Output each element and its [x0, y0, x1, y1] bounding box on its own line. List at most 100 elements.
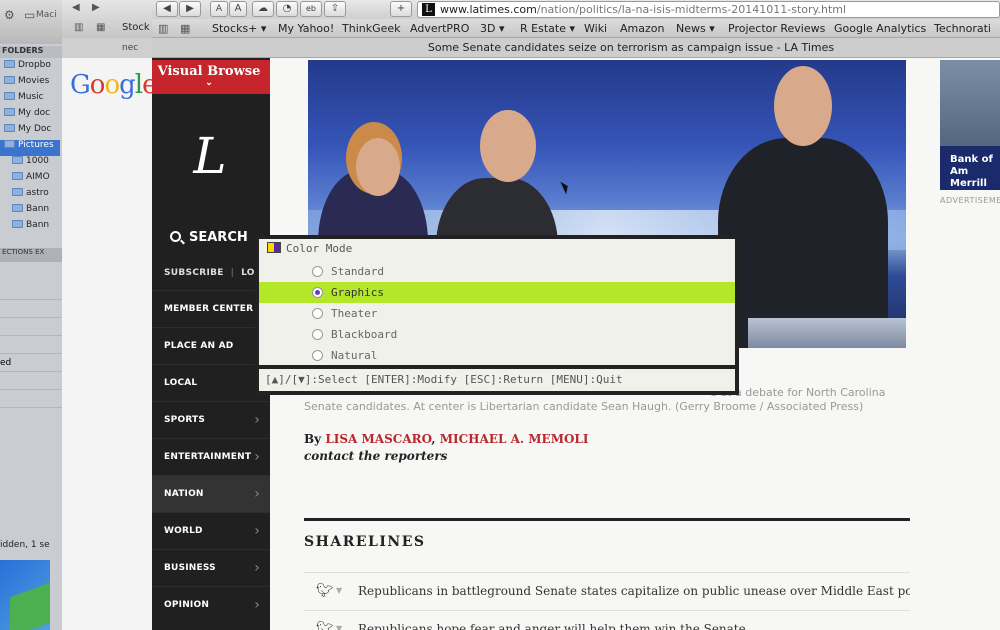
- text-larger-button[interactable]: A: [229, 1, 247, 17]
- folder-item[interactable]: My doc: [4, 108, 64, 124]
- folder-icon: [4, 108, 15, 116]
- folder-item[interactable]: My Doc: [4, 124, 64, 140]
- radio-icon: [312, 329, 323, 340]
- bookmark-item[interactable]: Projector Reviews: [728, 22, 825, 35]
- url-bar[interactable]: L www.latimes.com/nation/politics/la-na-…: [417, 1, 1000, 18]
- radio-icon: [312, 266, 323, 277]
- grid-row: [0, 372, 62, 390]
- shareline-item[interactable]: 🐦︎ ▼ Republicans in battleground Senate s…: [304, 572, 910, 608]
- radio-icon: [312, 350, 323, 361]
- grid-row: ed: [0, 354, 62, 372]
- menu-help-bar: [▲]/[▼]:Select [ENTER]:Modify [ESC]:Retu…: [259, 369, 735, 391]
- nav-place-an-ad[interactable]: PLACE AN AD: [152, 327, 270, 364]
- bookmark-item[interactable]: Technorati: [934, 22, 991, 35]
- finder-toolbar: ⚙ ▭ Maci: [0, 0, 62, 44]
- text-smaller-button[interactable]: A: [210, 1, 228, 17]
- menu-title: Color Mode: [267, 242, 352, 255]
- ad-text: Bank of Am Merrill Ly: [940, 146, 1000, 190]
- forward-button[interactable]: ▶: [179, 1, 201, 17]
- search-button[interactable]: SEARCH: [154, 218, 270, 258]
- option-natural[interactable]: Natural: [259, 345, 735, 366]
- bookmark-item[interactable]: R Estate ▾: [520, 22, 575, 35]
- folder-icon: [4, 60, 15, 68]
- search-icon: [170, 231, 181, 242]
- new-tab-button[interactable]: +: [390, 1, 412, 17]
- background-browser-toolbar: ◀ ▶ ▥ ▦ Stock: [62, 0, 152, 38]
- color-mode-icon: [267, 242, 281, 253]
- latimes-logo[interactable]: L: [180, 126, 240, 186]
- bookmark-item[interactable]: AdvertPRO: [410, 22, 469, 35]
- forward-icon[interactable]: ▶: [92, 2, 100, 13]
- finder-folder-icon: ▭: [24, 8, 36, 22]
- bookmark-item[interactable]: Wiki: [584, 22, 607, 35]
- chevron-right-icon: ›: [254, 597, 260, 613]
- bookmark-item[interactable]: Google Analytics: [834, 22, 926, 35]
- nav-nation[interactable]: NATION ›: [152, 475, 270, 512]
- nav-local[interactable]: LOCAL›: [152, 364, 270, 401]
- grid-row: [0, 336, 62, 354]
- folders-header: FOLDERS: [0, 46, 62, 58]
- subscribe-link[interactable]: SUBSCRIBE: [164, 268, 224, 278]
- bookmark-item[interactable]: ThinkGeek: [342, 22, 401, 35]
- folder-icon: [12, 204, 23, 212]
- advertisement[interactable]: Bank of Am Merrill Ly: [940, 60, 1000, 190]
- bookmark-item[interactable]: Stocks+ ▾: [212, 22, 266, 35]
- url-path: /nation/politics/la-na-isis-midterms-201…: [536, 3, 847, 16]
- visual-browse-button[interactable]: Visual Browse ⌄: [152, 60, 270, 94]
- background-tab[interactable]: nec: [62, 38, 152, 58]
- ebay-button[interactable]: eb: [300, 1, 322, 17]
- option-theater[interactable]: Theater: [259, 303, 735, 324]
- back-icon[interactable]: ◀: [72, 2, 80, 13]
- bookmarks-book-icon[interactable]: ▥: [74, 22, 83, 33]
- finder-gear-icon[interactable]: ⚙: [4, 8, 15, 22]
- chevron-down-icon: ⌄: [205, 78, 213, 88]
- bookmark-item[interactable]: 3D ▾: [480, 22, 505, 35]
- folder-item[interactable]: Movies: [4, 76, 64, 92]
- author-link[interactable]: LISA MASCARO: [325, 432, 431, 446]
- folder-icon: [12, 172, 23, 180]
- chevron-right-icon: ›: [254, 412, 260, 428]
- latimes-favicon: L: [422, 3, 435, 16]
- nav-sports[interactable]: SPORTS ›: [152, 401, 270, 438]
- author-link[interactable]: MICHAEL A. MEMOLI: [440, 432, 589, 446]
- grid-icon[interactable]: ▦: [180, 22, 190, 35]
- option-blackboard[interactable]: Blackboard: [259, 324, 735, 345]
- folder-item[interactable]: Dropbo: [4, 60, 64, 76]
- bookmarks-book-icon[interactable]: ▥: [158, 22, 168, 35]
- nav-member-center[interactable]: MEMBER CENTER: [152, 290, 270, 327]
- folder-item-selected[interactable]: Pictures: [0, 140, 60, 156]
- google-logo: Google: [70, 70, 157, 100]
- bookmark-icon[interactable]: ◔: [276, 1, 298, 17]
- folder-icon: [12, 220, 23, 228]
- nav-business[interactable]: BUSINESS ›: [152, 549, 270, 586]
- finder-window: ⚙ ▭ Maci FOLDERS Dropbo Movies Music My …: [0, 0, 62, 630]
- section-divider: [304, 518, 910, 521]
- bookmarks-bar: ▥ ▦ Stocks+ ▾ My Yahoo! ThinkGeek Advert…: [152, 19, 1000, 38]
- byline: By LISA MASCARO, MICHAEL A. MEMOLI: [304, 432, 589, 446]
- browser-toolbar: ◀ ▶ A A ☁ ◔ eb ⇪ + L www.latimes.com/nat…: [152, 0, 1000, 19]
- bookmark-item[interactable]: News ▾: [676, 22, 715, 35]
- grid-row: [0, 318, 62, 336]
- nav-world[interactable]: WORLD ›: [152, 512, 270, 549]
- photo-person-face: [774, 66, 832, 146]
- twitter-icon: 🐦︎: [316, 621, 334, 630]
- shareline-item[interactable]: 🐦︎ ▼ Republicans hope fear and anger will…: [304, 610, 910, 630]
- folder-item[interactable]: Music: [4, 92, 64, 108]
- bookmark-stocks[interactable]: Stock: [122, 22, 150, 33]
- back-button[interactable]: ◀: [156, 1, 178, 17]
- folder-icon: [4, 92, 15, 100]
- chevron-right-icon: ›: [254, 449, 260, 465]
- url-domain: www.latimes.com: [440, 3, 537, 16]
- contact-reporters-link[interactable]: contact the reporters: [304, 449, 447, 463]
- share-icon[interactable]: ☁: [252, 1, 274, 17]
- grid-icon[interactable]: ▦: [96, 22, 105, 33]
- nav-entertainment[interactable]: ENTERTAINMENT ›: [152, 438, 270, 475]
- option-graphics[interactable]: Graphics: [259, 282, 735, 303]
- export-icon[interactable]: ⇪: [324, 1, 346, 17]
- bookmark-item[interactable]: Amazon: [620, 22, 664, 35]
- tab-title[interactable]: Some Senate candidates seize on terroris…: [152, 38, 1000, 58]
- nav-opinion[interactable]: OPINION ›: [152, 586, 270, 623]
- option-standard[interactable]: Standard: [259, 261, 735, 282]
- bookmark-item[interactable]: My Yahoo!: [278, 22, 334, 35]
- chevron-down-icon: ▼: [336, 624, 343, 630]
